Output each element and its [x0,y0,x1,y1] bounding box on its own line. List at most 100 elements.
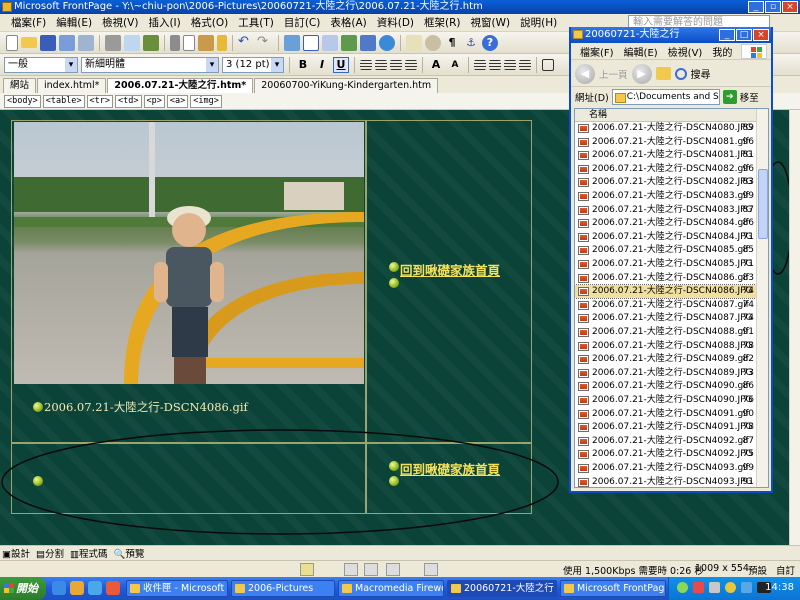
format-painter-icon[interactable] [217,34,227,51]
explorer-window[interactable]: 20060721-大陸之行 _ □ × 檔案(F) 編輯(E) 檢視(V) 我的… [569,27,773,493]
ie-icon[interactable] [52,581,66,595]
file-list-item[interactable]: 2006.07.21-大陸之行-DSCN4091.gif 90 [575,408,756,421]
back-arrow-icon[interactable]: ◀ [575,63,595,84]
bold-button[interactable]: B [295,57,311,73]
drawing-icon[interactable] [360,34,376,51]
view-tab-split[interactable]: ▤分割 [36,546,64,560]
explorer-menu-file[interactable]: 檔案(F) [575,44,619,59]
tag-body[interactable]: <body> [4,94,41,108]
tab-kindergarten-page[interactable]: 20060700-YiKung-Kindergarten.htm [254,78,439,93]
taskbar-item-pictures[interactable]: 2006-Pictures [231,580,335,597]
undo-icon[interactable]: ↶ [238,34,254,51]
file-list-item[interactable]: 2006.07.21-大陸之行-DSCN4089.JPG 73 [575,367,756,380]
file-list-item[interactable]: 2006.07.21-大陸之行-DSCN4084.JPG 71 [575,231,756,244]
go-arrow-icon[interactable]: ➔ [722,90,737,104]
file-list-item[interactable]: 2006.07.21-大陸之行-DSCN4093.gif 99 [575,462,756,475]
status-icon-5[interactable] [424,563,438,576]
font-dropdown[interactable]: 新細明體 [81,56,219,73]
file-list-item[interactable]: 2006.07.21-大陸之行-DSCN4088.JPG 78 [575,340,756,353]
column-header-name[interactable]: 名稱 [589,109,607,122]
search-icon[interactable] [674,67,687,80]
tray-icon-4[interactable] [725,582,736,593]
align-center-icon[interactable] [375,59,387,70]
tag-img[interactable]: <img> [190,94,222,108]
insert-table-icon[interactable] [303,34,319,51]
page-dimensions[interactable]: 1009 x 554 [695,563,749,574]
menu-edit[interactable]: 編輯(E) [51,15,97,30]
window-title-bar[interactable]: Microsoft FrontPage - Y:\~chiu-pon\2006-… [0,0,800,14]
align-left-icon[interactable] [360,59,372,70]
scrollbar-thumb[interactable] [758,169,768,239]
quicklaunch-icon-3[interactable] [88,581,102,595]
go-label[interactable]: 移至 [740,90,759,104]
preview-icon[interactable] [124,34,140,51]
menu-help[interactable]: 說明(H) [515,15,562,30]
open-folder-icon[interactable] [21,37,37,48]
quicklaunch-icon-4[interactable] [106,581,120,595]
style-dropdown[interactable]: 一般 [4,56,78,73]
restore-button[interactable]: ▫ [765,1,781,13]
file-list-item[interactable]: 2006.07.21-大陸之行-DSCN4083.gif 99 [575,190,756,203]
file-list-item[interactable]: 2006.07.21-大陸之行-DSCN4081.JPG 81 [575,149,756,162]
file-list-item[interactable]: 2006.07.21-大陸之行-DSCN4090.gif 86 [575,380,756,393]
copy-icon[interactable] [183,34,195,51]
custom-mode[interactable]: 自訂 [776,563,795,577]
explorer-menu-view[interactable]: 檢視(V) [663,44,708,59]
view-tab-design[interactable]: ▣設計 [2,546,30,560]
menu-file[interactable]: 檔案(F) [6,15,51,30]
save-icon[interactable] [40,34,56,51]
menu-format[interactable]: 格式(O) [186,15,233,30]
back-label[interactable]: 上一頁 [599,67,628,81]
taskbar-item-outlook[interactable]: 收件匣 - Microsoft ... [126,580,228,597]
tray-icon-5[interactable] [741,582,752,593]
search-label[interactable]: 搜尋 [691,66,711,81]
italic-button[interactable]: I [314,57,330,73]
taskbar-item-explorer[interactable]: 20060721-大陸之行 [447,580,557,597]
up-folder-icon[interactable] [655,67,671,80]
menu-table[interactable]: 表格(A) [325,15,371,30]
menu-window[interactable]: 視窗(W) [466,15,516,30]
file-list-item[interactable]: 2006.07.21-大陸之行-DSCN4084.gif 86 [575,217,756,230]
insert-web-component-icon[interactable] [284,34,300,51]
align-right-icon[interactable] [390,59,402,70]
redo-icon[interactable]: ↷ [257,34,273,51]
menu-frames[interactable]: 框架(R) [419,15,466,30]
show-all-icon[interactable]: ¶ [444,35,460,51]
view-tab-preview[interactable]: 🔍預覽 [114,546,145,560]
forward-arrow-icon[interactable]: ▶ [631,63,652,84]
start-button[interactable]: 開始 [0,577,46,600]
tray-icon-1[interactable] [677,582,688,593]
file-list-item[interactable]: 2006.07.21-大陸之行-DSCN4082.JPG 83 [575,176,756,189]
close-button[interactable]: × [782,1,798,13]
hyperlink-icon[interactable] [379,34,395,51]
file-list-item[interactable]: 2006.07.21-大陸之行-DSCN4090.JPG 76 [575,394,756,407]
file-list-item[interactable]: 2006.07.21-大陸之行-DSCN4083.JPG 87 [575,204,756,217]
file-list-item[interactable]: 2006.07.21-大陸之行-DSCN4091.JPG 78 [575,421,756,434]
increase-font-button[interactable]: A [428,57,444,73]
menu-view[interactable]: 檢視(V) [97,15,143,30]
clock[interactable]: 14:38 [765,582,794,593]
file-list-item[interactable]: 2006.07.21-大陸之行-DSCN4088.gif 91 [575,326,756,339]
file-list-item[interactable]: 2006.07.21-大陸之行-DSCN4082.gif 96 [575,163,756,176]
taskbar-item-fireworks[interactable]: Macromedia Firewor... [338,580,444,597]
borders-icon[interactable] [542,58,554,71]
status-icon-2[interactable] [344,563,358,576]
tag-a[interactable]: <a> [166,94,189,108]
status-icon-3[interactable] [364,563,378,576]
file-list-item[interactable]: 2006.07.21-大陸之行-DSCN4085.gif 85 [575,244,756,257]
explorer-menu-edit[interactable]: 編輯(E) [619,44,663,59]
status-icon-1[interactable] [300,563,314,576]
compat-mode[interactable]: 預設 [748,563,767,577]
tab-web-site[interactable]: 網站 [3,78,37,93]
menu-data[interactable]: 資料(D) [372,15,419,30]
file-list-item[interactable]: 2006.07.21-大陸之行-DSCN4092.gif 87 [575,435,756,448]
menu-insert[interactable]: 插入(I) [143,15,185,30]
folder-list-icon[interactable] [78,34,94,51]
explorer-title-bar[interactable]: 20060721-大陸之行 _ □ × [571,27,771,43]
address-input[interactable]: C:\Documents and Set [611,89,720,105]
underline-button[interactable]: U [333,56,349,73]
font-size-dropdown[interactable]: 3 (12 pt) [222,56,284,73]
file-list-item[interactable]: 2006.07.21-大陸之行-DSCN4092.JPG 75 [575,448,756,461]
file-list-item[interactable]: 2006.07.21-大陸之行-DSCN4093.JPG 91 [575,476,756,487]
file-list-item[interactable]: 2006.07.21-大陸之行-DSCN4086.gif 83 [575,272,756,285]
